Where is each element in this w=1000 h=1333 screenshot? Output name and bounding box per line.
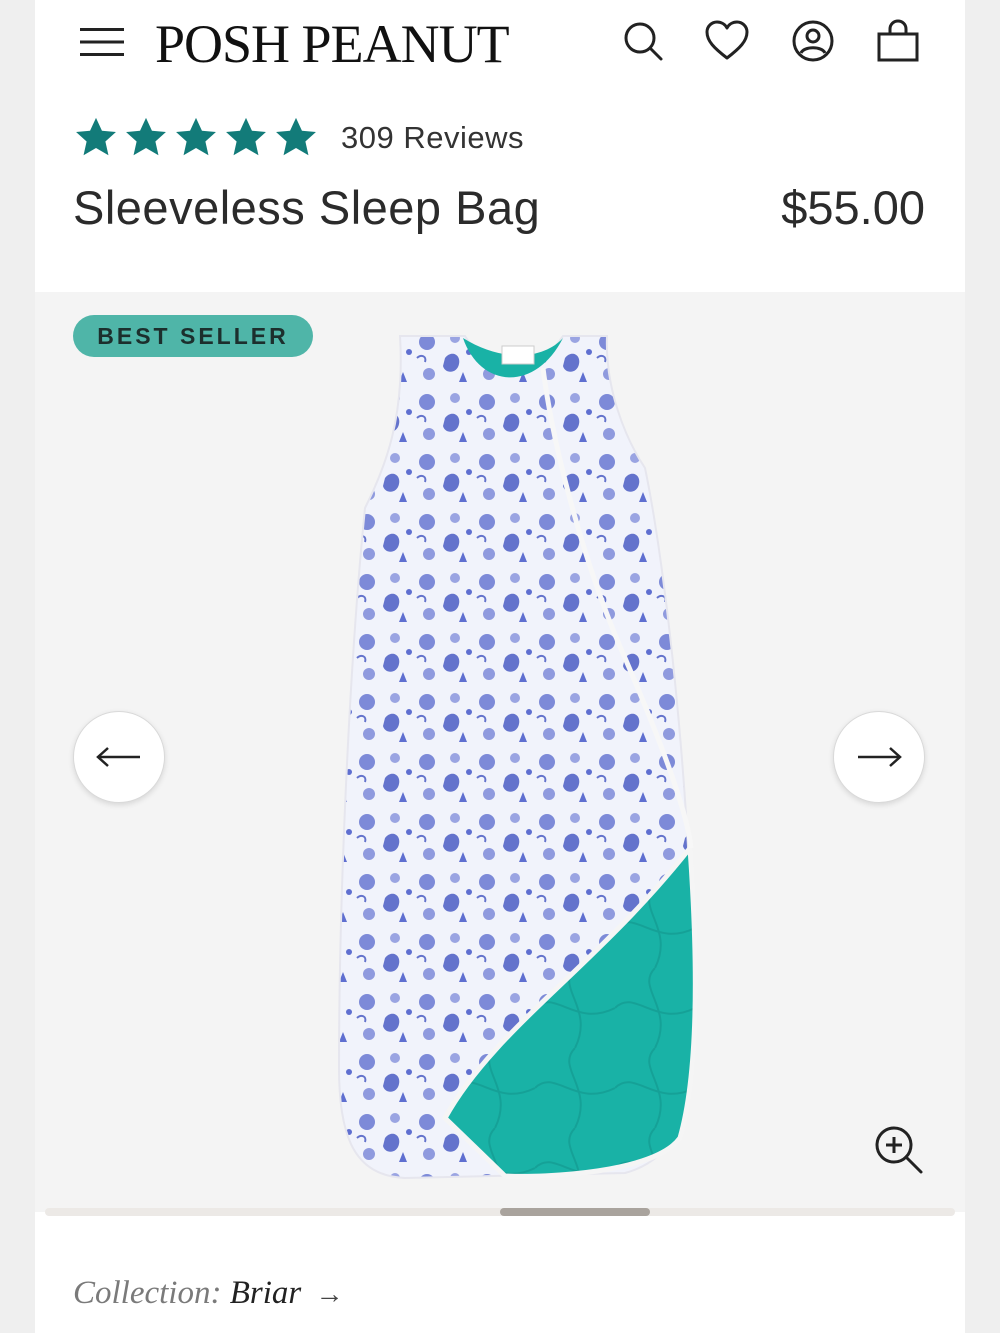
- zoom-in-icon[interactable]: [871, 1122, 927, 1178]
- rating-summary[interactable]: 309 Reviews: [73, 112, 524, 164]
- product-page: POSH PEANUT 309 Reviews Sleeveless Sleep…: [35, 0, 965, 1333]
- arrow-right-icon: [858, 747, 902, 767]
- star-icon: [126, 117, 166, 156]
- star-icon: [276, 117, 316, 156]
- gallery-scrollbar[interactable]: [45, 1208, 955, 1216]
- product-gallery[interactable]: BEST SELLER: [35, 292, 965, 1212]
- star-icon: [226, 117, 266, 156]
- product-price: $55.00: [781, 181, 925, 234]
- collection-label: Collection:: [73, 1275, 222, 1311]
- search-icon[interactable]: [620, 18, 666, 64]
- collection-name: Briar: [229, 1275, 302, 1311]
- product-title: Sleeveless Sleep Bag: [73, 181, 541, 234]
- star-icon: [76, 117, 116, 156]
- site-header: POSH PEANUT: [35, 0, 965, 90]
- reviews-count[interactable]: 309 Reviews: [341, 120, 524, 156]
- next-image-button[interactable]: [833, 711, 925, 803]
- rating-stars: [73, 115, 319, 161]
- gallery-scroll-thumb[interactable]: [500, 1208, 650, 1216]
- sleep-bag-image[interactable]: [295, 328, 715, 1188]
- brand-logo[interactable]: POSH PEANUT: [155, 14, 510, 74]
- heart-icon[interactable]: [704, 18, 750, 64]
- bag-icon[interactable]: [875, 18, 921, 64]
- best-seller-badge: BEST SELLER: [73, 315, 313, 357]
- arrow-left-icon: [96, 747, 140, 767]
- account-icon[interactable]: [790, 18, 836, 64]
- collection-link[interactable]: Collection: Briar →: [73, 1275, 343, 1312]
- prev-image-button[interactable]: [73, 711, 165, 803]
- star-icon: [176, 117, 216, 156]
- menu-icon[interactable]: [78, 24, 126, 60]
- arrow-right-icon: →: [315, 1279, 344, 1310]
